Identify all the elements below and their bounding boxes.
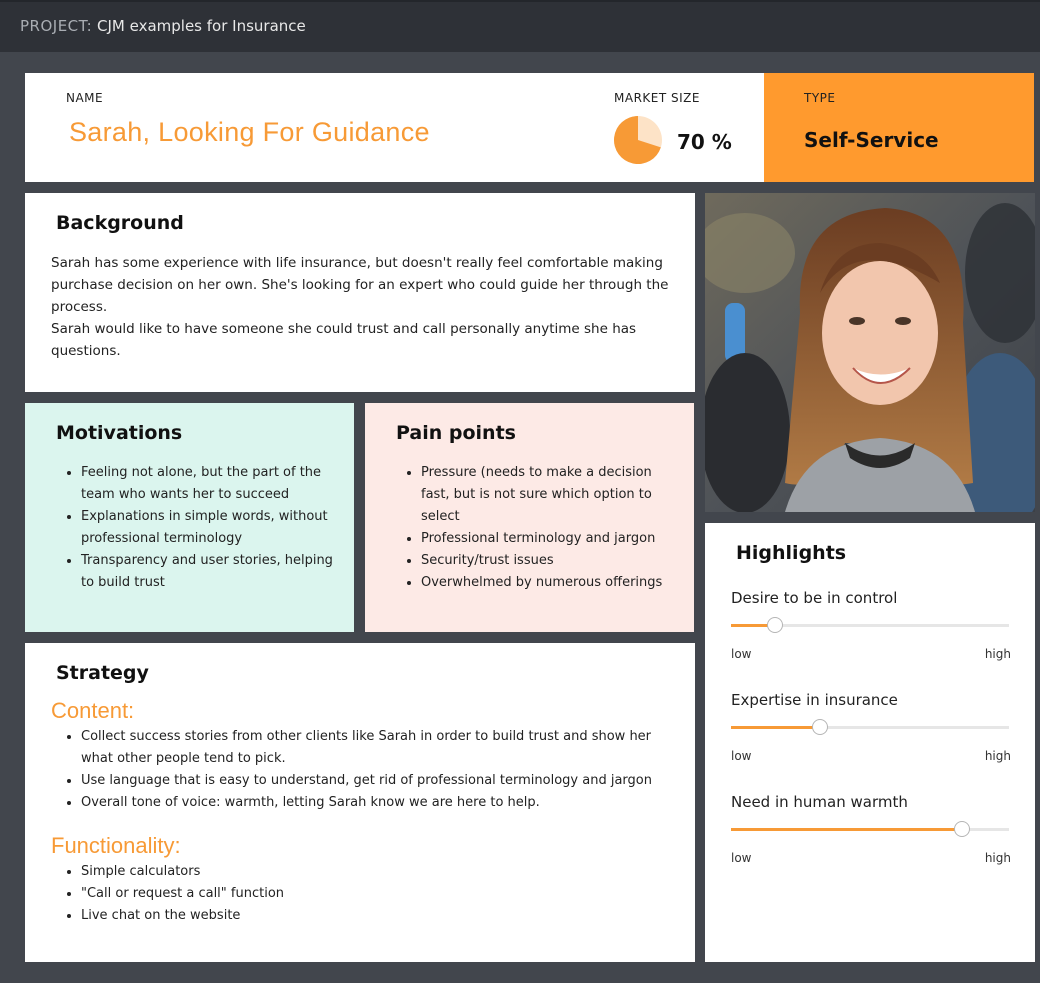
motivations-list[interactable]: Feeling not alone, but the part of the t… xyxy=(81,462,337,594)
content-list[interactable]: Collect success stories from other clien… xyxy=(81,726,671,814)
list-item: Pressure (needs to make a decision fast,… xyxy=(421,462,677,528)
name-label: NAME xyxy=(66,91,104,105)
highlights-title: Highlights xyxy=(736,542,847,564)
list-item: Live chat on the website xyxy=(81,905,671,927)
slider-thumb[interactable] xyxy=(767,617,784,633)
list-item: Overwhelmed by numerous offerings xyxy=(421,572,677,594)
list-item: Professional terminology and jargon xyxy=(421,528,677,550)
content-heading: Content: xyxy=(51,698,135,723)
list-item: Collect success stories from other clien… xyxy=(81,726,671,770)
strategy-title: Strategy xyxy=(56,662,149,684)
highlight-desire-control: Desire to be in control low high xyxy=(731,589,1011,661)
persona-photo-illustration xyxy=(705,193,1035,512)
background-card: Background Sarah has some experience wit… xyxy=(25,193,695,392)
pain-points-card: Pain points Pressure (needs to make a de… xyxy=(365,403,694,632)
background-paragraph: Sarah has some experience with life insu… xyxy=(51,255,669,315)
list-item: Overall tone of voice: warmth, letting S… xyxy=(81,792,671,814)
motivations-title: Motivations xyxy=(56,422,183,444)
market-size-value: 70 % xyxy=(677,130,732,154)
type-value[interactable]: Self-Service xyxy=(804,128,939,152)
slider-track[interactable] xyxy=(731,617,1009,633)
market-size-pie-chart xyxy=(614,116,662,164)
project-name: CJM examples for Insurance xyxy=(97,17,306,35)
list-item: Explanations in simple words, without pr… xyxy=(81,506,337,550)
pain-points-list[interactable]: Pressure (needs to make a decision fast,… xyxy=(421,462,677,594)
highlight-label: Expertise in insurance xyxy=(731,691,898,709)
high-label: high xyxy=(984,851,1011,865)
highlights-card: Highlights Desire to be in control low h… xyxy=(705,523,1035,962)
list-item: Transparency and user stories, helping t… xyxy=(81,550,337,594)
slider-track[interactable] xyxy=(731,719,1009,735)
strategy-card: Strategy Content: Collect success storie… xyxy=(25,643,695,962)
background-paragraph: Sarah would like to have someone she cou… xyxy=(51,321,637,359)
persona-name[interactable]: Sarah, Looking For Guidance xyxy=(69,117,430,148)
list-item: Security/trust issues xyxy=(421,550,677,572)
highlight-label: Need in human warmth xyxy=(731,793,908,811)
top-bar: PROJECT: CJM examples for Insurance xyxy=(0,0,1040,52)
background-text[interactable]: Sarah has some experience with life insu… xyxy=(51,252,676,362)
pain-points-title: Pain points xyxy=(396,422,516,444)
slider-fill xyxy=(731,726,820,729)
persona-photo xyxy=(705,193,1035,512)
functionality-list[interactable]: Simple calculators "Call or request a ca… xyxy=(81,861,671,927)
functionality-heading: Functionality: xyxy=(51,833,181,858)
slider-track[interactable] xyxy=(731,821,1009,837)
type-label: TYPE xyxy=(804,91,836,105)
highlight-expertise: Expertise in insurance low high xyxy=(731,691,1011,763)
list-item: "Call or request a call" function xyxy=(81,883,671,905)
highlight-human-warmth: Need in human warmth low high xyxy=(731,793,1011,865)
persona-header-card: NAME Sarah, Looking For Guidance MARKET … xyxy=(25,73,764,182)
project-title: PROJECT: CJM examples for Insurance xyxy=(20,17,306,35)
slider-thumb[interactable] xyxy=(811,719,828,735)
high-label: high xyxy=(984,647,1011,661)
list-item: Use language that is easy to understand,… xyxy=(81,770,671,792)
slider-thumb[interactable] xyxy=(953,821,970,837)
slider-fill xyxy=(731,828,962,831)
list-item: Feeling not alone, but the part of the t… xyxy=(81,462,337,506)
low-label: low xyxy=(731,749,752,763)
motivations-card: Motivations Feeling not alone, but the p… xyxy=(25,403,354,632)
background-title: Background xyxy=(56,212,184,234)
highlight-label: Desire to be in control xyxy=(731,589,898,607)
list-item: Simple calculators xyxy=(81,861,671,883)
low-label: low xyxy=(731,851,752,865)
market-size-label: MARKET SIZE xyxy=(614,91,700,105)
low-label: low xyxy=(731,647,752,661)
type-card: TYPE Self-Service xyxy=(764,73,1034,182)
project-label: PROJECT: xyxy=(20,17,93,35)
high-label: high xyxy=(984,749,1011,763)
